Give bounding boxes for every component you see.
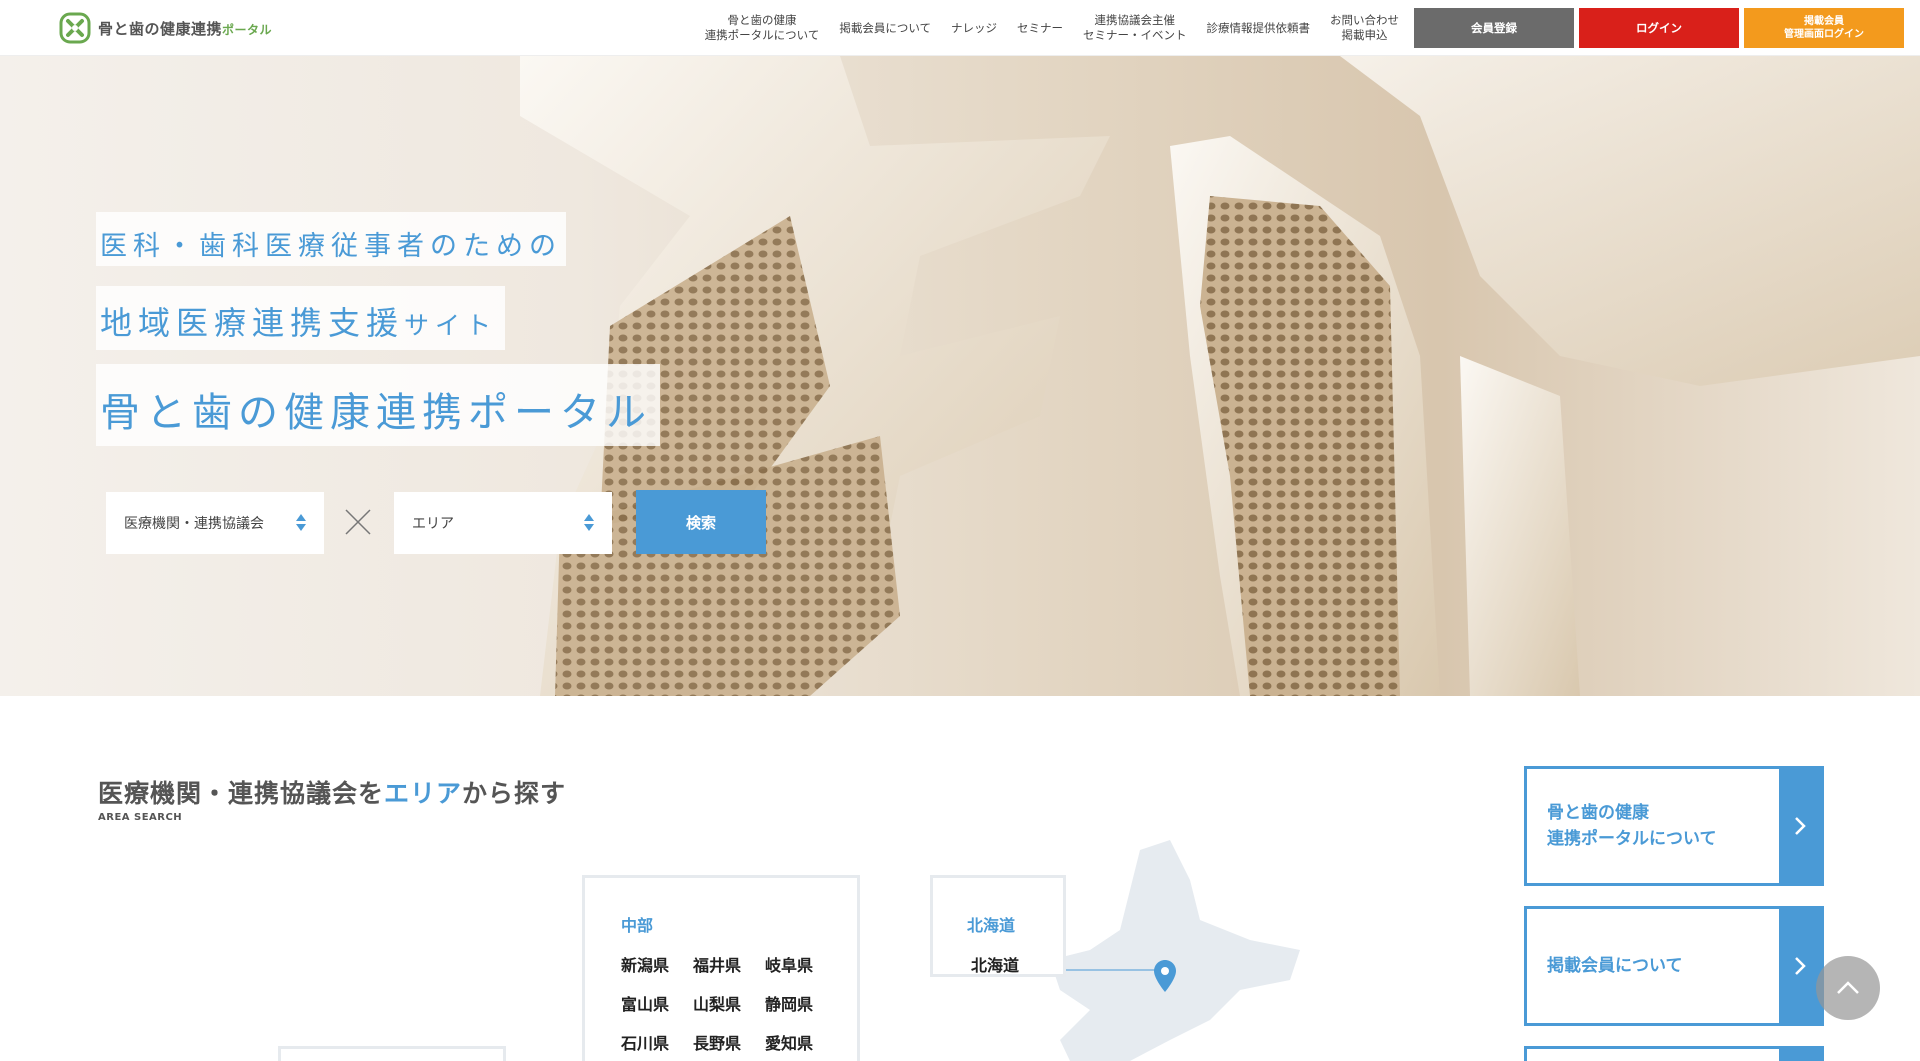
nav-seminar[interactable]: セミナー [1007, 21, 1073, 36]
prefecture-link[interactable]: 岐阜県 [765, 952, 837, 976]
logo-icon [58, 11, 92, 45]
nav-knowledge[interactable]: ナレッジ [941, 21, 1007, 36]
map-pin-icon[interactable] [1154, 960, 1176, 992]
nav-referral-form[interactable]: 診療情報提供依頼書 [1197, 21, 1321, 36]
facility-type-select-value: 医療機関・連携協議会 [124, 516, 264, 532]
side-link-label: 掲載会員について [1547, 956, 1683, 976]
region-card-chubu: 中部 新潟県 福井県 岐阜県 富山県 山梨県 静岡県 石川県 長野県 愛知県 [582, 875, 860, 1061]
search-button[interactable]: 検索 [636, 490, 766, 554]
nav-council-seminar[interactable]: 連携協議会主催 セミナー・イベント [1073, 13, 1197, 43]
chevron-up-icon [1837, 981, 1859, 994]
area-search-title: 医療機関・連携協議会をエリアから探す [98, 779, 567, 808]
select-arrows-icon [584, 514, 594, 532]
chevron-right-icon [1779, 909, 1821, 1023]
back-to-top-button[interactable] [1816, 956, 1880, 1020]
chevron-right-icon [1779, 769, 1821, 883]
region-card-hokkaido: 北海道 北海道 [930, 875, 1066, 977]
site-header: 骨と歯の健康連携ポータル 骨と歯の健康 連携ポータルについて 掲載会員について … [0, 0, 1920, 56]
side-link-partial[interactable] [1524, 1046, 1824, 1061]
region-card-partial [278, 1046, 506, 1061]
area-select[interactable]: エリア [394, 492, 612, 554]
logo-text: 骨と歯の健康連携ポータル [98, 19, 273, 38]
times-icon [342, 506, 374, 538]
facility-type-select[interactable]: 医療機関・連携協議会 [106, 492, 324, 554]
prefecture-link[interactable]: 富山県 [621, 991, 693, 1015]
hero-site-title: 骨と歯の健康連携ポータル [96, 364, 660, 446]
nav-about-portal[interactable]: 骨と歯の健康 連携ポータルについて [695, 13, 830, 43]
prefecture-link[interactable]: 静岡県 [765, 991, 837, 1015]
site-logo[interactable]: 骨と歯の健康連携ポータル [58, 11, 272, 45]
prefecture-link[interactable]: 石川県 [621, 1030, 693, 1054]
area-select-value: エリア [412, 516, 454, 532]
side-link-label: 骨と歯の健康 連携ポータルについて [1547, 803, 1717, 849]
prefecture-link[interactable]: 福井県 [693, 952, 765, 976]
nav-members[interactable]: 掲載会員について [829, 21, 941, 36]
login-button[interactable]: ログイン [1579, 8, 1739, 48]
prefecture-link[interactable]: 愛知県 [765, 1030, 837, 1054]
select-arrows-icon [296, 514, 306, 532]
prefecture-link[interactable]: 新潟県 [621, 952, 693, 976]
hero-tagline-2: 地域医療連携支援サイト [96, 286, 506, 350]
prefecture-link[interactable]: 北海道 [971, 952, 1019, 976]
chevron-right-icon [1779, 1049, 1821, 1061]
region-name: 北海道 [967, 916, 1016, 935]
side-link-members[interactable]: 掲載会員について [1524, 906, 1824, 1026]
area-search-subtitle: AREA SEARCH [98, 812, 183, 823]
prefecture-link[interactable]: 山梨県 [693, 991, 765, 1015]
region-name: 中部 [621, 916, 654, 935]
side-link-about-portal[interactable]: 骨と歯の健康 連携ポータルについて [1524, 766, 1824, 886]
prefecture-list: 新潟県 福井県 岐阜県 富山県 山梨県 静岡県 石川県 長野県 愛知県 [621, 952, 837, 1054]
hero-tagline-1: 医科・歯科医療従事者のための [96, 212, 566, 266]
main-nav: 骨と歯の健康 連携ポータルについて 掲載会員について ナレッジ セミナー 連携協… [695, 0, 1904, 56]
hero-section: 医科・歯科医療従事者のための 地域医療連携支援サイト 骨と歯の健康連携ポータル … [0, 56, 1920, 696]
prefecture-link[interactable]: 長野県 [693, 1030, 765, 1054]
register-button[interactable]: 会員登録 [1414, 8, 1574, 48]
member-login-button[interactable]: 掲載会員 管理画面ログイン [1744, 8, 1904, 48]
nav-contact[interactable]: お問い合わせ 掲載申込 [1320, 13, 1409, 43]
